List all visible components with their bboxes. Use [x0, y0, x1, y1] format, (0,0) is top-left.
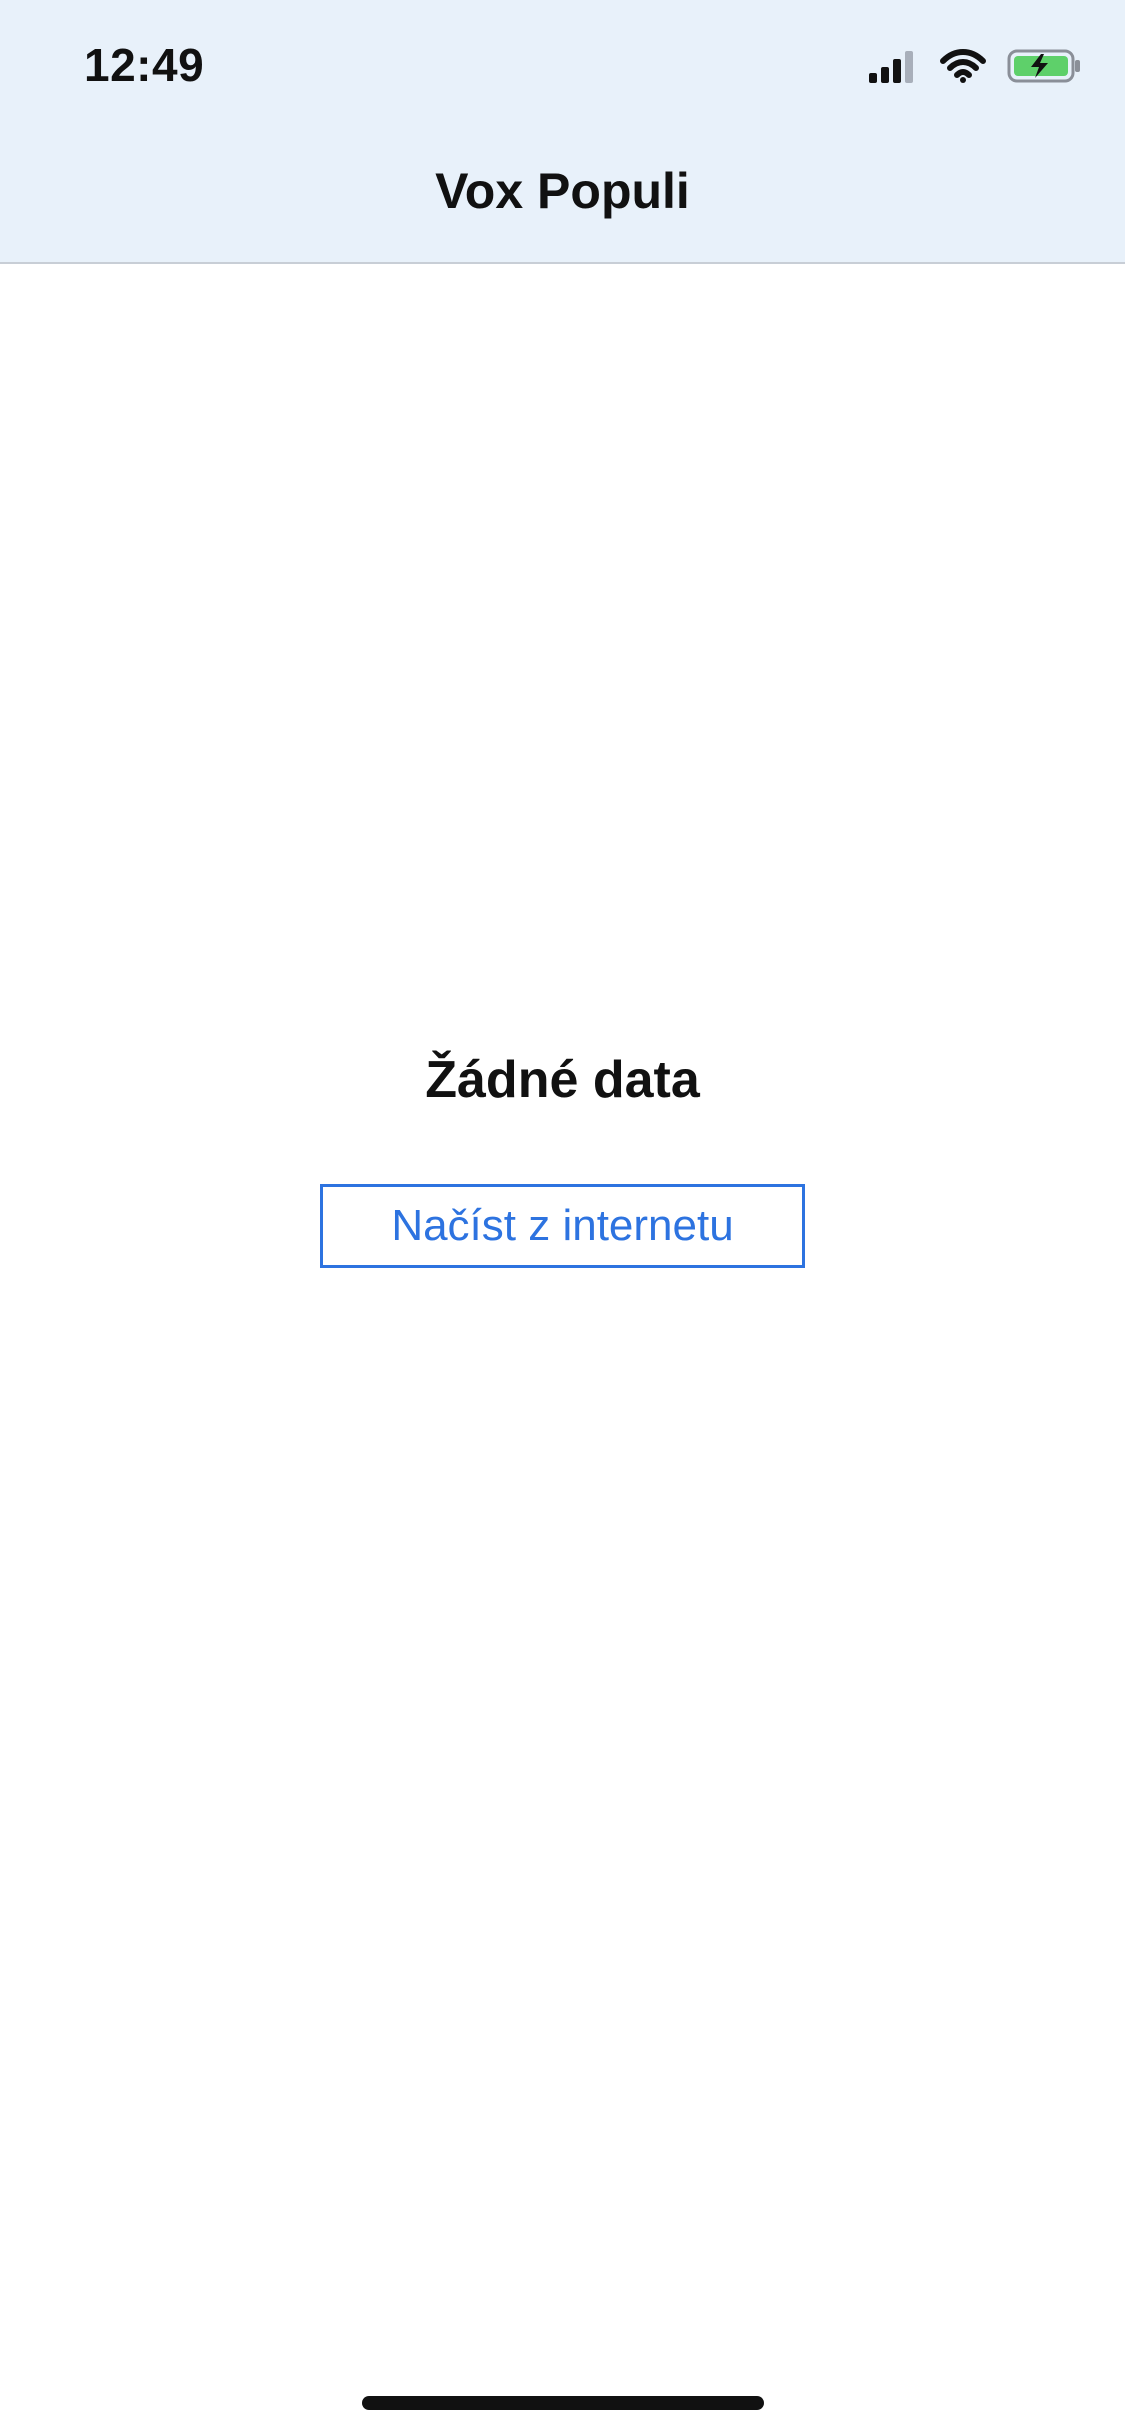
battery-charging-icon [1007, 47, 1083, 90]
signal-icon [867, 47, 919, 90]
load-from-internet-button[interactable]: Načíst z internetu [320, 1184, 805, 1268]
top-bar: 12:49 Vox Populi [0, 0, 1125, 264]
navigation-title: Vox Populi [435, 163, 690, 219]
status-icons [867, 44, 1083, 92]
wifi-icon [939, 47, 987, 90]
main-content: Žádné data Načíst z internetu [0, 264, 1125, 2436]
status-time: 12:49 [84, 39, 205, 91]
empty-state-title: Žádné data [425, 1051, 700, 1109]
home-indicator [362, 2396, 764, 2410]
